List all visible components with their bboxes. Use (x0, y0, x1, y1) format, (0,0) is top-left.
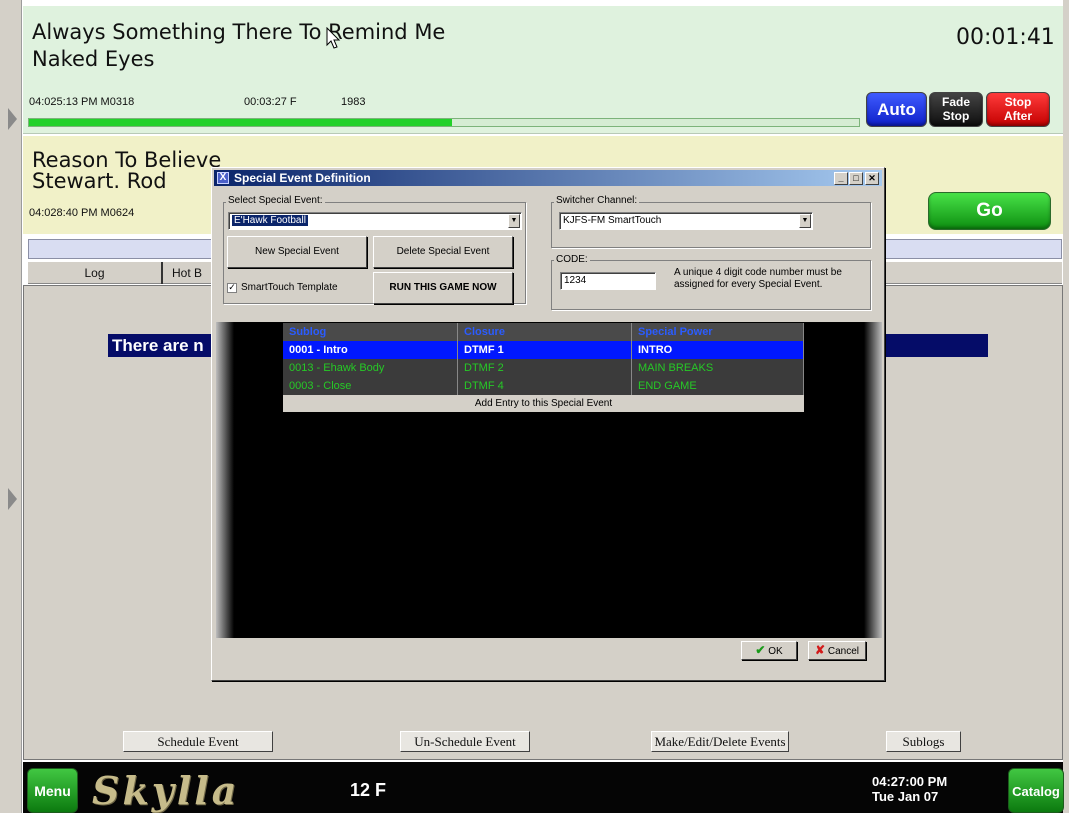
table-row[interactable]: 0001 - Intro DTMF 1 INTRO (283, 341, 804, 359)
schedule-event-button[interactable]: Schedule Event (123, 731, 273, 752)
add-entry-button[interactable]: Add Entry to this Special Event (283, 395, 804, 412)
left-gutter (0, 0, 22, 813)
stop-after-label-1: Stop (1004, 95, 1032, 109)
fade-stop-label-2: Stop (942, 109, 970, 123)
grid-header-special-power[interactable]: Special Power (632, 323, 804, 341)
dialog-titlebar[interactable]: X Special Event Definition _ □ ✕ (214, 170, 882, 186)
table-row[interactable]: 0013 - Ehawk Body DTMF 2 MAIN BREAKS (283, 359, 804, 377)
cancel-label: Cancel (827, 646, 859, 657)
event-entries-grid: Sublog Closure Special Power 0001 - Intr… (283, 323, 804, 412)
new-special-event-button[interactable]: New Special Event (227, 236, 367, 268)
switcher-channel-value: KJFS-FM SmartTouch (563, 215, 662, 226)
delete-special-event-button[interactable]: Delete Special Event (373, 236, 513, 268)
special-event-select[interactable]: E'Hawk Football ▼ (228, 212, 522, 230)
app-icon: X (217, 172, 229, 184)
now-playing-length: 00:03:27 F (244, 96, 297, 108)
cell-special-power: MAIN BREAKS (632, 359, 804, 377)
special-event-select-value: E'Hawk Football (232, 215, 308, 226)
maximize-icon[interactable]: □ (849, 172, 863, 185)
tab-hot-buttons[interactable]: Hot B (162, 262, 212, 284)
special-event-dialog: X Special Event Definition _ □ ✕ Select … (211, 167, 885, 681)
clock-time: 04:27:00 PM (872, 774, 948, 789)
table-row[interactable]: 0003 - Close DTMF 4 END GAME (283, 377, 804, 395)
mouse-cursor-icon (326, 27, 341, 49)
cell-closure: DTMF 1 (458, 341, 632, 359)
next-up-start-info: 04:028:40 PM M0624 (29, 207, 135, 219)
stop-after-button[interactable]: Stop After (986, 92, 1050, 127)
checkmark-icon: ✔ (755, 643, 766, 657)
code-help-line-1: A unique 4 digit code number must be (674, 267, 842, 278)
go-button[interactable]: Go (928, 192, 1051, 230)
skylla-logo: Skylla (92, 768, 240, 813)
cell-sublog: 0001 - Intro (283, 341, 458, 359)
cell-special-power: END GAME (632, 377, 804, 395)
list-left-shade (216, 322, 234, 638)
switcher-channel-select[interactable]: KJFS-FM SmartTouch ▼ (559, 212, 813, 230)
close-icon[interactable]: ✕ (865, 172, 879, 185)
list-right-shade (864, 322, 882, 638)
cell-special-power: INTRO (632, 341, 804, 359)
run-game-now-button[interactable]: RUN THIS GAME NOW (373, 272, 513, 304)
grid-header-closure[interactable]: Closure (458, 323, 632, 341)
code-help-line-2: assigned for every Special Event. (674, 279, 823, 290)
fade-stop-button[interactable]: Fade Stop (929, 92, 983, 127)
smarttouch-template-checkbox[interactable]: ✓ (227, 283, 237, 293)
grid-header-row: Sublog Closure Special Power (283, 323, 804, 341)
switcher-channel-label: Switcher Channel: (554, 195, 640, 207)
cross-icon: ✘ (815, 643, 826, 657)
chevron-down-icon[interactable]: ▼ (508, 214, 520, 228)
remaining-time: 00:01:41 (956, 25, 1055, 50)
make-edit-delete-events-button[interactable]: Make/Edit/Delete Events (651, 731, 789, 752)
cell-sublog: 0013 - Ehawk Body (283, 359, 458, 377)
cell-sublog: 0003 - Close (283, 377, 458, 395)
cell-closure: DTMF 4 (458, 377, 632, 395)
grid-header-sublog[interactable]: Sublog (283, 323, 458, 341)
ok-button[interactable]: ✔ OK (741, 641, 797, 660)
unschedule-event-button[interactable]: Un-Schedule Event (400, 731, 530, 752)
now-playing-artist: Naked Eyes (32, 47, 155, 71)
stop-after-label-2: After (1003, 109, 1032, 123)
play-progress-fill (29, 119, 453, 126)
menu-button[interactable]: Menu (27, 768, 78, 813)
clock-date: Tue Jan 07 (872, 789, 939, 804)
temperature: 12 F (350, 780, 387, 800)
select-event-label: Select Special Event: (226, 195, 325, 207)
dialog-title: Special Event Definition (234, 171, 371, 185)
minimize-icon[interactable]: _ (834, 172, 848, 185)
auto-button[interactable]: Auto (866, 92, 927, 127)
now-playing-title: Always Something There To Remind Me (32, 20, 446, 44)
now-playing-year: 1983 (341, 96, 366, 108)
clock: 04:27:00 PM Tue Jan 07 (872, 774, 947, 804)
tab-log[interactable]: Log (28, 262, 162, 284)
chevron-down-icon[interactable]: ▼ (799, 214, 811, 228)
sublogs-button[interactable]: Sublogs (886, 731, 961, 752)
code-input[interactable]: 1234 (560, 272, 656, 290)
cell-closure: DTMF 2 (458, 359, 632, 377)
now-playing-start-info: 04:025:13 PM M0318 (29, 96, 135, 108)
smarttouch-template-label: SmartTouch Template (241, 282, 338, 293)
catalog-button[interactable]: Catalog (1008, 768, 1064, 813)
ok-label: OK (768, 646, 783, 657)
fade-stop-label-1: Fade (941, 95, 970, 109)
expand-arrow-icon[interactable] (8, 108, 17, 130)
code-label: CODE: (554, 254, 590, 266)
cancel-button[interactable]: ✘ Cancel (808, 641, 866, 660)
play-progress-bar (28, 118, 860, 127)
next-up-artist: Stewart. Rod (32, 169, 167, 193)
right-gutter (1063, 0, 1069, 813)
expand-arrow-icon[interactable] (8, 488, 17, 510)
